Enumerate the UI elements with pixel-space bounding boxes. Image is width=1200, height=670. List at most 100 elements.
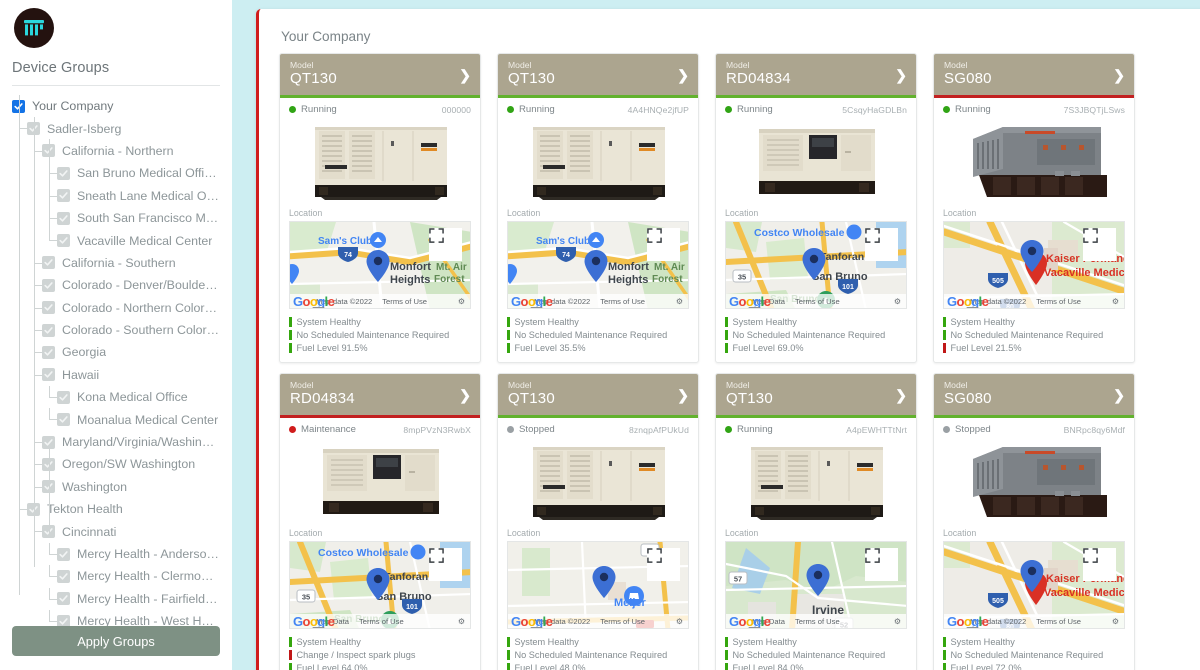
location-map[interactable]: Costco WholesaleTanforanSan BrunoSan Bru… <box>725 221 907 309</box>
terms-of-use-link[interactable]: Terms of Use <box>1036 617 1081 626</box>
sidebar-tree-item[interactable]: Washington <box>12 475 220 498</box>
device-card[interactable]: Model SG080 ❯ Stopped BNRpc8qy6Mdf Location 50… <box>933 373 1135 670</box>
card-header[interactable]: Model RD04834 ❯ <box>716 54 916 95</box>
expand-map-button[interactable] <box>429 228 462 261</box>
tree-checkbox[interactable] <box>57 166 70 180</box>
sidebar-tree-item[interactable]: Mercy Health - Clermont Hosp... <box>12 565 220 587</box>
tree-checkbox[interactable] <box>57 211 70 225</box>
tree-checkbox[interactable] <box>42 345 55 359</box>
sidebar-tree-item[interactable]: Mercy Health - Fairfield Hospital <box>12 587 220 610</box>
tree-checkbox[interactable] <box>57 547 70 561</box>
device-card[interactable]: Model QT130 ❯ Running 000000 Location 74 Sam's … <box>279 53 481 363</box>
device-card[interactable]: Model QT130 ❯ Running 4A4HNQe2jfUP Location 74… <box>497 53 699 363</box>
tree-checkbox[interactable] <box>42 323 55 337</box>
location-map[interactable]: 5752IrvineGoogleMap DataTerms of Use⚙ <box>725 541 907 629</box>
sidebar-tree-item[interactable]: Vacaville Medical Center <box>12 229 220 251</box>
location-map[interactable]: Costco WholesaleTanforanSan BrunoSan Bru… <box>289 541 471 629</box>
sidebar-tree-item[interactable]: Kona Medical Office <box>12 386 220 408</box>
location-map[interactable]: 50580Kaiser PermanenteVacaville MedicGoo… <box>943 541 1125 629</box>
gear-icon[interactable]: ⚙ <box>894 617 901 626</box>
gear-icon[interactable]: ⚙ <box>458 617 465 626</box>
location-map[interactable]: 50580Kaiser PermanenteVacaville MedicGoo… <box>943 221 1125 309</box>
sidebar-tree-item[interactable]: California - Northern <box>12 139 220 162</box>
chevron-right-icon[interactable]: ❯ <box>677 388 689 402</box>
card-header[interactable]: Model RD04834 ❯ <box>280 374 480 415</box>
gear-icon[interactable]: ⚙ <box>458 297 465 306</box>
health-indicator-bar <box>725 316 728 327</box>
device-card[interactable]: Model SG080 ❯ Running 7S3JBQTjLSws Location 50… <box>933 53 1135 363</box>
gear-icon[interactable]: ⚙ <box>676 297 683 306</box>
location-map[interactable]: 74 Sam's Club Monfort Heights Mt. Air Forest G… <box>507 221 689 309</box>
sidebar-tree-item[interactable]: Mercy Health - Anderson Hos... <box>12 542 220 565</box>
sidebar-tree-item[interactable]: Maryland/Virginia/Washington D.C. <box>12 430 220 453</box>
card-header[interactable]: Model QT130 ❯ <box>280 54 480 95</box>
apply-groups-button[interactable]: Apply Groups <box>12 626 220 656</box>
expand-map-button[interactable] <box>1083 228 1116 261</box>
tree-checkbox[interactable] <box>57 413 70 427</box>
chevron-right-icon[interactable]: ❯ <box>1113 388 1125 402</box>
tree-checkbox[interactable] <box>57 189 70 203</box>
gear-icon[interactable]: ⚙ <box>676 617 683 626</box>
gear-icon[interactable]: ⚙ <box>894 297 901 306</box>
sidebar-tree-item[interactable]: South San Francisco Medical ... <box>12 206 220 229</box>
device-card[interactable]: Model RD04834 ❯ Running 5CsqyHaGDLBn Location… <box>715 53 917 363</box>
chevron-right-icon[interactable]: ❯ <box>459 388 471 402</box>
chevron-right-icon[interactable]: ❯ <box>895 388 907 402</box>
terms-of-use-link[interactable]: Terms of Use <box>600 617 645 626</box>
tree-checkbox[interactable] <box>42 301 55 315</box>
sidebar-tree-item[interactable]: Your Company <box>12 95 220 117</box>
sidebar-tree-item[interactable]: California - Southern <box>12 251 220 274</box>
tree-checkbox[interactable] <box>57 390 70 404</box>
sidebar-tree-item[interactable]: San Bruno Medical Offices <box>12 162 220 184</box>
terms-of-use-link[interactable]: Terms of Use <box>795 617 840 626</box>
expand-map-button[interactable] <box>429 548 462 581</box>
expand-map-button[interactable] <box>647 228 680 261</box>
tree-checkbox[interactable] <box>42 256 55 270</box>
tree-checkbox[interactable] <box>57 234 70 248</box>
sidebar-tree-item[interactable]: Moanalua Medical Center <box>12 408 220 430</box>
location-map[interactable]: 74 Sam's Club Monfort Heights Mt. Air Forest G… <box>289 221 471 309</box>
terms-of-use-link[interactable]: Terms of Use <box>1036 297 1081 306</box>
tree-checkbox[interactable] <box>42 278 55 292</box>
terms-of-use-link[interactable]: Terms of Use <box>795 297 840 306</box>
card-header[interactable]: Model QT130 ❯ <box>716 374 916 415</box>
gear-icon[interactable]: ⚙ <box>1112 297 1119 306</box>
sidebar-tree-item[interactable]: Sneath Lane Medical Offices <box>12 184 220 207</box>
sidebar-tree-item[interactable]: Sadler-Isberg <box>12 117 220 139</box>
model-value: QT130 <box>508 390 555 407</box>
card-header[interactable]: Model SG080 ❯ <box>934 374 1134 415</box>
expand-map-button[interactable] <box>865 228 898 261</box>
expand-map-button[interactable] <box>865 548 898 581</box>
location-map[interactable]: 4MeijerGoogleMap data ©2022Terms of Use⚙ <box>507 541 689 629</box>
tree-checkbox[interactable] <box>57 592 70 606</box>
device-card[interactable]: Model QT130 ❯ Running A4pEWHTTtNrt Location 57… <box>715 373 917 670</box>
sidebar-tree-item[interactable]: Colorado - Southern Colorado <box>12 318 220 341</box>
chevron-right-icon[interactable]: ❯ <box>895 68 907 82</box>
terms-of-use-link[interactable]: Terms of Use <box>600 297 645 306</box>
tree-checkbox[interactable] <box>42 368 55 382</box>
chevron-right-icon[interactable]: ❯ <box>459 68 471 82</box>
sidebar-tree-item[interactable]: Cincinnati <box>12 520 220 542</box>
health-item: System Healthy <box>725 315 916 328</box>
app-logo-icon[interactable] <box>14 8 54 48</box>
chevron-right-icon[interactable]: ❯ <box>1113 68 1125 82</box>
device-card[interactable]: Model RD04834 ❯ Maintenance 8mpPVzN3RwbX Loca… <box>279 373 481 670</box>
card-header[interactable]: Model SG080 ❯ <box>934 54 1134 95</box>
device-card[interactable]: ModelQT130❯Stopped8znqpAfPUkUdLocation4M… <box>497 373 699 670</box>
gear-icon[interactable]: ⚙ <box>1112 617 1119 626</box>
sidebar-tree-item[interactable]: Hawaii <box>12 363 220 386</box>
sidebar-tree-item[interactable]: Colorado - Denver/Boulder/Mou... <box>12 274 220 296</box>
tree-checkbox[interactable] <box>57 569 70 583</box>
sidebar-tree-item[interactable]: Colorado - Northern Colorado <box>12 296 220 319</box>
terms-of-use-link[interactable]: Terms of Use <box>382 297 427 306</box>
expand-map-button[interactable] <box>647 548 680 581</box>
terms-of-use-link[interactable]: Terms of Use <box>359 617 404 626</box>
sidebar-tree-item[interactable]: Oregon/SW Washington <box>12 453 220 475</box>
card-header[interactable]: Model QT130 ❯ <box>498 54 698 95</box>
sidebar-tree-item[interactable]: Tekton Health <box>12 498 220 520</box>
status-dot-icon <box>507 106 514 113</box>
expand-map-button[interactable] <box>1083 548 1116 581</box>
card-header[interactable]: Model QT130 ❯ <box>498 374 698 415</box>
chevron-right-icon[interactable]: ❯ <box>677 68 689 82</box>
sidebar-tree-item[interactable]: Georgia <box>12 341 220 363</box>
